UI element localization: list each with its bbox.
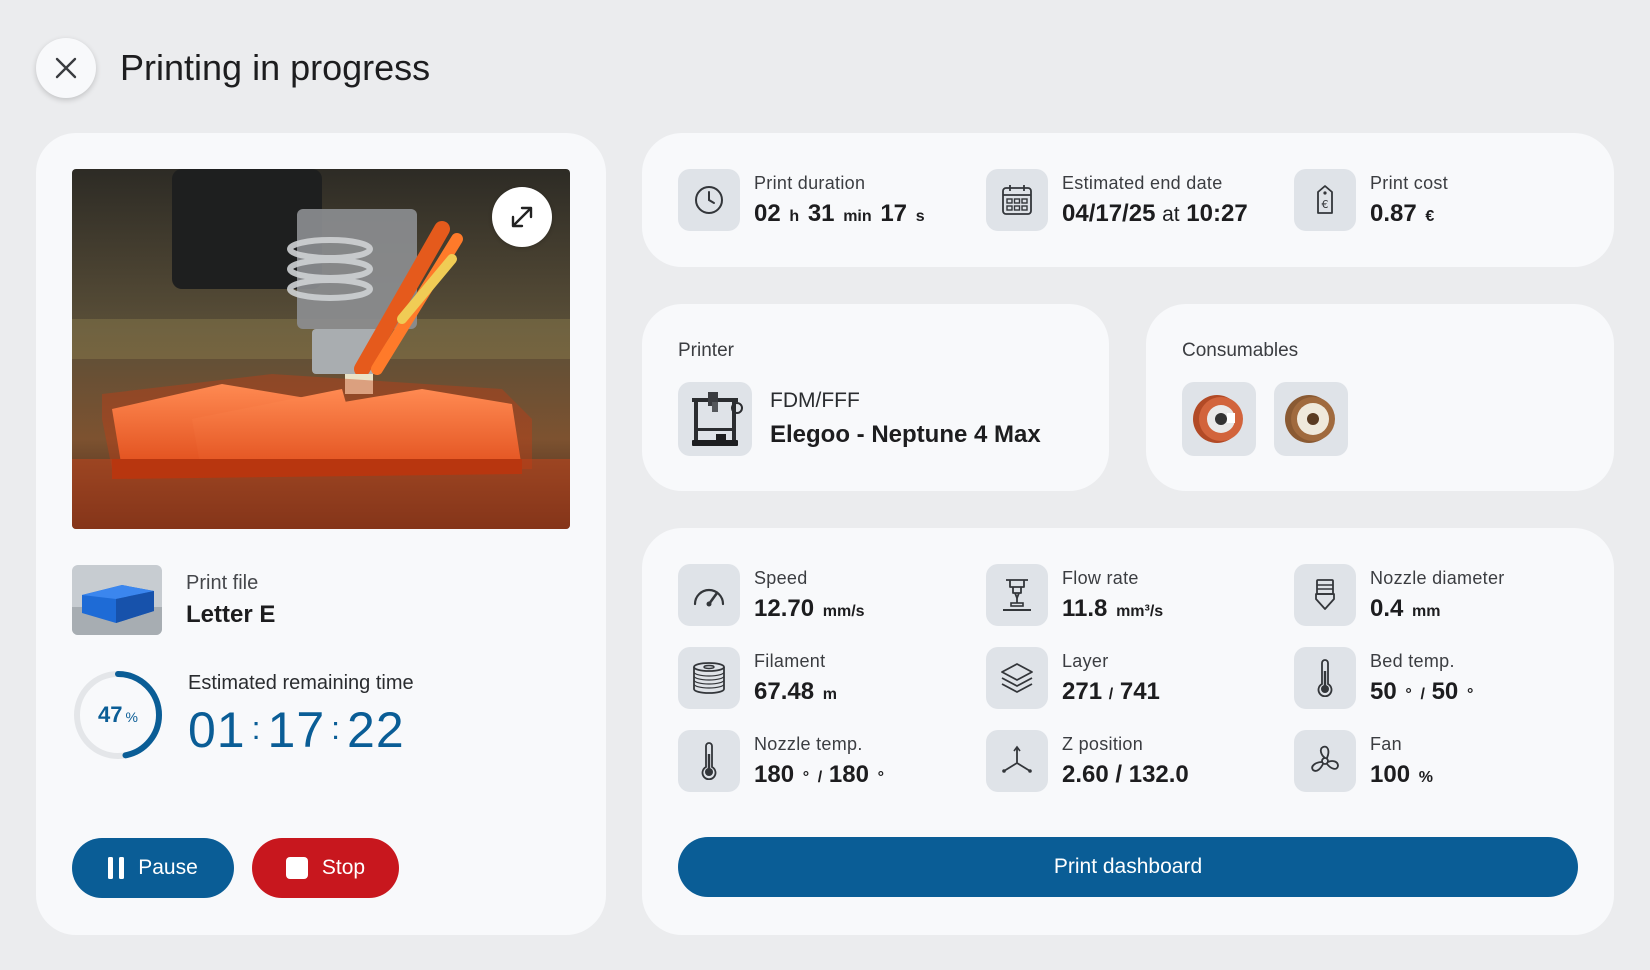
pause-icon [108,857,125,879]
remaining-time-value: 01:17:22 [188,701,405,758]
nozzle-icon [1315,579,1335,610]
print-file-name: Letter E [186,600,276,628]
print-summary-card: Print duration 02 h 31 min 17 s Estimate… [642,133,1614,267]
consumables-label: Consumables [1182,340,1299,361]
expand-button[interactable] [492,187,552,247]
clock-icon [695,186,723,214]
stat-bed-temp: Bed temp. 50 ° / 50 ° [1294,647,1475,709]
price-tag-icon: € [1317,185,1333,214]
nozzle-flow-icon [1003,579,1031,611]
layers-icon [1001,663,1033,693]
printer-image [678,382,752,456]
expand-icon [511,206,533,228]
print-stats-card: Speed 12.70 mm/s Flow rate 11.8 mm³/s No… [642,528,1614,935]
svg-text:€: € [1322,198,1329,211]
filament-spool-white[interactable] [1274,382,1348,456]
axes-icon [1002,745,1032,773]
stat-flow-rate: Flow rate 11.8 mm³/s [986,564,1165,626]
close-button[interactable] [36,38,96,98]
progress-ring: 47% [72,669,164,761]
printer-card: Printer FDM/FFF Elegoo - Neptune 4 Max [642,304,1109,491]
print-cost: € Print cost 0.87 € [1294,169,1448,231]
estimated-end-date: Estimated end date 04/17/25 at 10:27 [986,169,1248,231]
stat-nozzle-temp: Nozzle temp. 180 ° / 180 ° [678,730,886,792]
consumables-card: Consumables [1146,304,1614,491]
stat-z-position: Z position 2.60 / 132.0 [986,730,1189,792]
print-dashboard-button[interactable]: Print dashboard [678,837,1578,897]
stat-filament: Filament 67.48 m [678,647,839,709]
thermometer-icon [701,742,717,780]
printer-camera-image [72,169,570,529]
print-progress-card: Print file Letter E 47% Estimated remain… [36,133,606,935]
pause-button[interactable]: Pause [72,838,234,898]
stat-nozzle-diameter: Nozzle diameter 0.4 mm [1294,564,1505,626]
print-file-label: Print file [186,571,259,594]
fan-icon [1311,745,1339,772]
filament-spool-icon [693,662,725,694]
stat-layer: Layer 271 / 741 [986,647,1160,709]
filament-spool-orange[interactable] [1182,382,1256,456]
printer-name: Elegoo - Neptune 4 Max [770,421,1041,448]
print-duration: Print duration 02 h 31 min 17 s [678,169,927,231]
printer-label: Printer [678,340,734,361]
remaining-time: 47% Estimated remaining time 01:17:22 [72,669,414,761]
stop-button[interactable]: Stop [252,838,399,898]
progress-percent: 47% [98,702,138,727]
stop-icon [285,857,308,879]
print-file-thumbnail [72,565,162,635]
printer-type: FDM/FFF [770,389,860,412]
calendar-icon [1002,185,1032,215]
stat-speed: Speed 12.70 mm/s [678,564,867,626]
thermometer-icon [1317,659,1333,697]
header: Printing in progress [36,36,430,100]
print-file: Print file Letter E [72,565,275,635]
page-title: Printing in progress [120,47,431,88]
stat-fan: Fan 100 % [1294,730,1435,792]
remaining-time-label: Estimated remaining time [188,671,414,694]
close-icon [55,57,77,79]
speedometer-icon [693,588,725,607]
